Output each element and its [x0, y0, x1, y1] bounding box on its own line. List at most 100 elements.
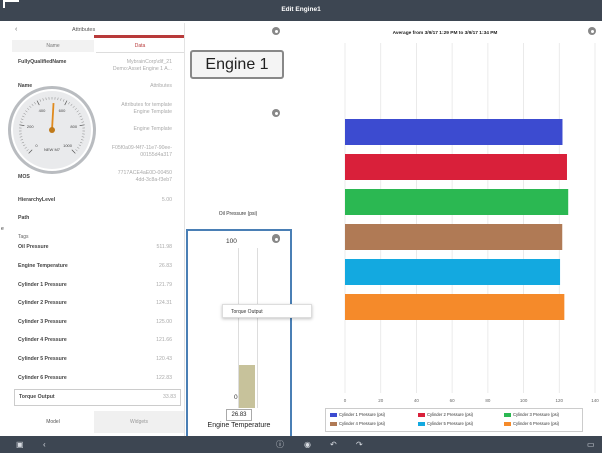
gauge-hub [49, 127, 55, 133]
gauge-minor-tick [81, 136, 85, 138]
bottom-tabs: Model Widgets [12, 411, 184, 433]
chevron-left-icon[interactable]: ‹ [15, 26, 17, 33]
gauge-minor-tick [42, 98, 44, 101]
row-path[interactable]: Path [18, 215, 178, 223]
gauge-center-text: NEW M7 [44, 147, 61, 152]
x-tick-label: 80 [485, 398, 491, 403]
row-key: Path [18, 215, 30, 221]
gauge-tick-label: 600 [59, 108, 66, 113]
row-value: MybrainCorp\dif_21 Demo:Asset Engine 1 A… [112, 59, 172, 72]
attributes-accent-bar [94, 35, 184, 38]
bar[interactable] [345, 189, 569, 215]
tag-row[interactable]: Cylinder 5 Pressure 120.43 [18, 356, 178, 364]
engine-temperature-widget[interactable]: 100 0 26.83 Engine Temperature [186, 229, 292, 438]
bar[interactable] [345, 224, 563, 250]
gauge-minor-tick [78, 144, 82, 147]
gauge-minor-tick [39, 99, 41, 102]
engine-label-widget[interactable]: Engine 1 [190, 50, 284, 79]
legend-label: Cylinder 6 Pressure (psi) [513, 421, 560, 426]
bar[interactable] [345, 119, 563, 145]
row-value: Attributes for template Engine Template [121, 102, 172, 115]
bar-chart: 0 20 40 60 80 100 120 140 [344, 43, 599, 403]
chart-legend: Cylinder 1 Pressure (psi) Cylinder 2 Pres… [325, 408, 583, 432]
tag-key: Cylinder 2 Pressure [18, 300, 67, 306]
legend-item: Cylinder 3 Pressure (psi) [504, 412, 559, 417]
delete-icon[interactable]: ▭ [587, 440, 595, 449]
x-tick-label: 140 [591, 398, 599, 403]
legend-item: Cylinder 4 Pressure (psi) [330, 421, 385, 426]
tag-row[interactable]: Cylinder 3 Pressure 125.00 [18, 319, 178, 327]
save-icon[interactable]: ▣ [16, 440, 24, 449]
legend-item: Cylinder 6 Pressure (psi) [504, 421, 559, 426]
legend-label: Cylinder 3 Pressure (psi) [513, 412, 560, 417]
row-key: HierarchyLevel [18, 197, 56, 203]
legend-item: Cylinder 5 Pressure (psi) [418, 421, 473, 426]
gauge-minor-tick [81, 121, 85, 123]
gauge-minor-tick [27, 108, 30, 110]
tab-widgets[interactable]: Widgets [94, 411, 184, 433]
x-tick-label: 20 [378, 398, 384, 403]
scale-fill [239, 365, 255, 408]
gauge-minor-tick [77, 146, 80, 149]
tag-row[interactable]: Oil Pressure 511.98 [18, 244, 178, 252]
attributes-panel: ‹ Attributes Name Data FullyQualifiedNam… [12, 23, 185, 436]
value-box: 26.83 [226, 409, 252, 421]
gauge-minor-tick [26, 149, 29, 152]
back-icon[interactable]: ‹ [43, 440, 46, 449]
undo-icon[interactable]: ↶ [330, 440, 337, 449]
tag-row[interactable]: Engine Temperature 26.83 [18, 263, 178, 271]
row-key: FullyQualifiedName [18, 59, 67, 65]
widget-label: Engine Temperature [207, 422, 271, 429]
tag-key: Torque Output [19, 394, 55, 400]
tag-row[interactable]: Cylinder 2 Pressure 124.31 [18, 300, 178, 308]
info-icon[interactable]: ⓘ [276, 440, 284, 449]
tags-label: Tags [18, 234, 29, 240]
gauge-minor-tick [72, 105, 75, 108]
tag-value: 33.83 [163, 394, 176, 400]
row-hierarchylevel[interactable]: HierarchyLevel 5.00 [18, 197, 178, 205]
legend-swatch [504, 421, 511, 426]
gauge-minor-tick [70, 103, 73, 107]
gear-icon[interactable] [272, 109, 280, 117]
tab-model[interactable]: Model [12, 411, 94, 433]
gauge-label: Oil Pressure (psi) [218, 211, 258, 217]
tag-key: Cylinder 4 Pressure [18, 337, 67, 343]
tag-row-selected[interactable]: Torque Output 33.83 [14, 389, 181, 406]
gauge-minor-tick [23, 113, 26, 115]
tag-key: Oil Pressure [18, 244, 49, 250]
bar[interactable] [345, 259, 561, 285]
tag-key: Cylinder 5 Pressure [18, 356, 67, 362]
tag-key: Cylinder 6 Pressure [18, 375, 67, 381]
gauge-minor-tick [22, 115, 25, 118]
gauge-minor-tick [74, 108, 77, 110]
bar[interactable] [345, 294, 565, 320]
attributes-header: ‹ Attributes [12, 23, 184, 38]
row-fullyqualifiedname[interactable]: FullyQualifiedName MybrainCorp\dif_21 De… [18, 59, 178, 73]
row-value: F05f0a09-f4f7-11e7-90ee- 00155d4a317 [111, 145, 172, 158]
bar[interactable] [345, 154, 567, 180]
gauge-tick-label: 1000 [63, 143, 73, 148]
x-tick-label: 120 [556, 398, 564, 403]
tag-row[interactable]: Cylinder 4 Pressure 121.66 [18, 337, 178, 345]
gauge-major-tick [36, 100, 40, 106]
legend-swatch [418, 421, 425, 426]
legend-item: Cylinder 1 Pressure (psi) [330, 412, 385, 417]
row-key: MOS [18, 174, 30, 180]
gear-icon[interactable] [272, 235, 280, 243]
redo-icon[interactable]: ↷ [356, 440, 363, 449]
tag-row[interactable]: Cylinder 1 Pressure 121.79 [18, 282, 178, 290]
tab-name[interactable]: Name [12, 40, 94, 52]
tab-data[interactable]: Data [96, 40, 184, 53]
gauge-minor-tick [31, 103, 34, 107]
tag-row[interactable]: Cylinder 6 Pressure 122.83 [18, 375, 178, 383]
oil-pressure-gauge[interactable]: 0 200 400 600 800 1000 NEW M7 [8, 86, 96, 174]
legend-item: Cylinder 2 Pressure (psi) [418, 412, 473, 417]
gauge-minor-tick [78, 113, 81, 115]
x-tick-label: 100 [520, 398, 528, 403]
gauge-major-tick [19, 124, 25, 126]
preview-icon[interactable]: ◉ [304, 440, 311, 449]
legend-label: Cylinder 2 Pressure (psi) [427, 412, 474, 417]
gauge-minor-tick [21, 141, 25, 144]
gear-icon[interactable] [272, 27, 280, 35]
gauge-minor-tick [60, 98, 62, 101]
